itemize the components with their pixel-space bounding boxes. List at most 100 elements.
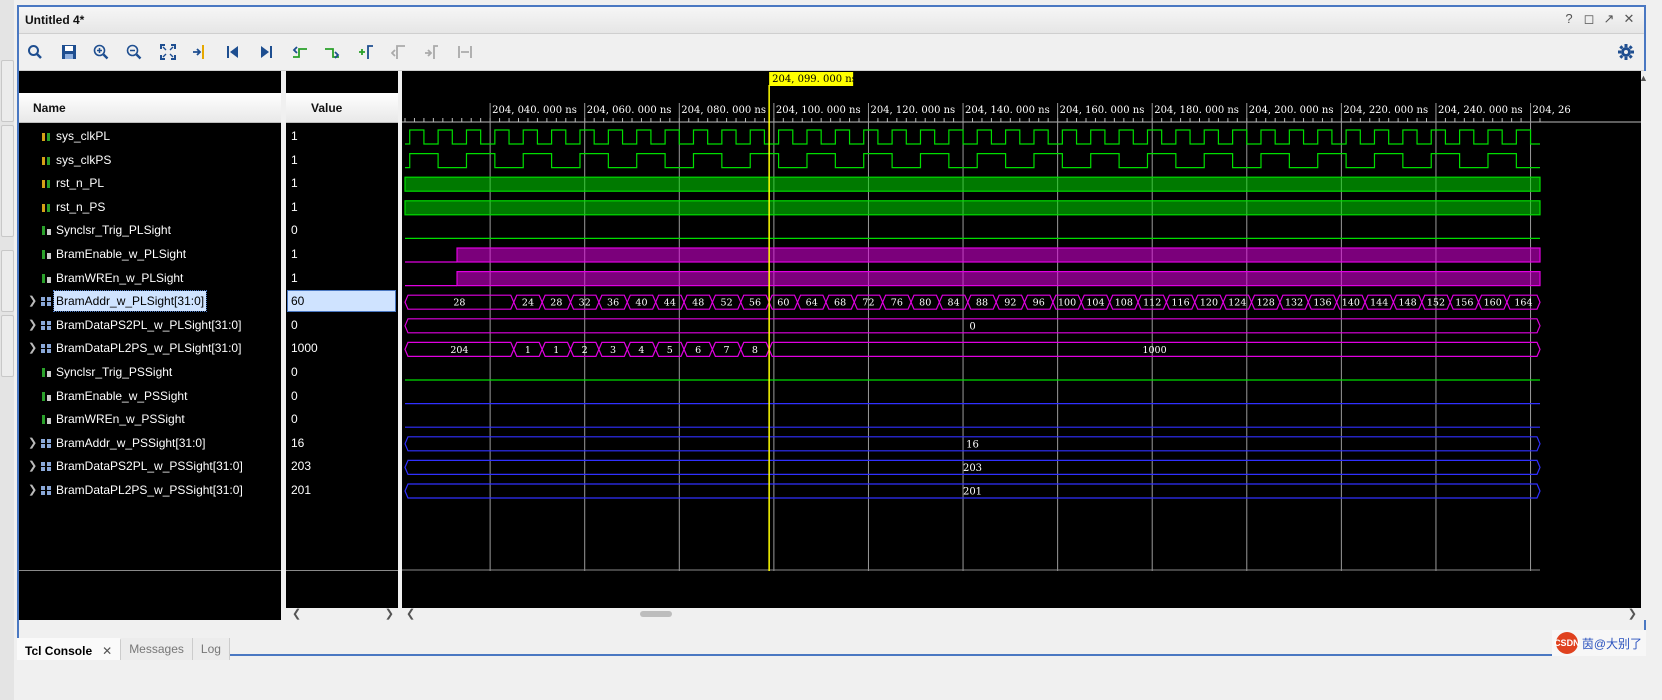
zoom-out-icon[interactable] xyxy=(124,42,144,62)
previous-marker-icon[interactable] xyxy=(389,42,409,62)
restore-icon[interactable]: ◻ xyxy=(1582,11,1596,27)
signal-name[interactable]: Synclsr_Trig_PSSight xyxy=(56,361,172,384)
signal-row[interactable]: rst_n_PL xyxy=(19,172,281,195)
expand-chevron-icon[interactable]: ❯ xyxy=(28,290,37,313)
previous-transition-icon[interactable] xyxy=(290,42,310,62)
scroll-right-icon[interactable]: ❯ xyxy=(1628,607,1637,620)
value-row[interactable]: 1 xyxy=(286,172,398,195)
go-to-cursor-icon[interactable] xyxy=(190,42,210,62)
go-to-last-time-icon[interactable] xyxy=(256,42,276,62)
waveform-pane[interactable]: 204, 040. 000 ns 204, 060. 000 ns 204, 080… xyxy=(402,71,1641,620)
value-row[interactable]: 201 xyxy=(286,479,398,502)
close-icon[interactable]: ✕ xyxy=(1622,11,1636,27)
signal-name[interactable]: BramDataPL2PS_w_PSSight[31:0] xyxy=(56,479,243,502)
signal-row[interactable]: BramWREn_w_PSSight xyxy=(19,408,281,431)
signal-row[interactable]: sys_clkPS xyxy=(19,149,281,172)
signal-row[interactable]: rst_n_PS xyxy=(19,196,281,219)
signal-name[interactable]: sys_clkPS xyxy=(56,149,111,172)
expand-chevron-icon[interactable]: ❯ xyxy=(28,479,37,502)
signal-name[interactable]: rst_n_PL xyxy=(56,172,104,195)
signal-row[interactable]: ❯ BramDataPL2PS_w_PLSight[31:0] xyxy=(19,337,281,360)
add-marker-icon[interactable] xyxy=(356,42,376,62)
value-row[interactable]: 1 xyxy=(286,196,398,219)
value-row[interactable]: 1 xyxy=(286,125,398,148)
expand-chevron-icon[interactable]: ❯ xyxy=(28,337,37,360)
signal-name[interactable]: BramWREn_w_PSSight xyxy=(56,408,185,431)
value-row[interactable]: 60 xyxy=(286,290,398,313)
signal-name[interactable]: BramDataPL2PS_w_PLSight[31:0] xyxy=(56,337,241,360)
float-icon[interactable]: ↗ xyxy=(1602,11,1616,27)
bus-value-label: 116 xyxy=(1172,298,1190,309)
scroll-up-icon[interactable]: ▲ xyxy=(1639,73,1648,83)
waveform-canvas[interactable]: 204, 040. 000 ns 204, 060. 000 ns 204, 080… xyxy=(402,71,1641,620)
value-row[interactable]: 203 xyxy=(286,455,398,478)
gear-icon[interactable] xyxy=(1616,42,1636,62)
signal-name[interactable]: Synclsr_Trig_PLSight xyxy=(56,219,171,242)
side-tab-objects[interactable] xyxy=(1,60,14,122)
signal-value: 1 xyxy=(291,176,298,191)
value-row[interactable]: 16 xyxy=(286,432,398,455)
wave-hscroll[interactable]: ❮ ❯ xyxy=(402,608,1641,620)
value-row[interactable]: 1000 xyxy=(286,337,398,360)
signal-row[interactable]: BramWREn_w_PLSight xyxy=(19,267,281,290)
name-column-header[interactable]: Name xyxy=(19,93,281,123)
signal-name[interactable]: BramDataPS2PL_w_PLSight[31:0] xyxy=(56,314,241,337)
values-hscroll[interactable]: ❮ ❯ xyxy=(286,608,398,620)
expand-chevron-icon[interactable]: ❯ xyxy=(28,455,37,478)
signal-row[interactable]: BramEnable_w_PSSight xyxy=(19,385,281,408)
search-icon[interactable] xyxy=(25,42,45,62)
close-icon[interactable]: ✕ xyxy=(102,644,112,658)
tab-log[interactable]: Log xyxy=(192,638,230,660)
signal-name[interactable]: BramAddr_w_PSSight[31:0] xyxy=(56,432,205,455)
value-row[interactable]: 0 xyxy=(286,361,398,384)
value-row[interactable]: 0 xyxy=(286,219,398,242)
side-tab-scopes[interactable] xyxy=(1,250,14,312)
bus-value-label: 136 xyxy=(1313,298,1331,309)
side-tab-sources[interactable] xyxy=(1,315,14,377)
signal-name[interactable]: BramDataPS2PL_w_PSSight[31:0] xyxy=(56,455,243,478)
signal-row[interactable]: Synclsr_Trig_PLSight xyxy=(19,219,281,242)
go-to-time-0-icon[interactable] xyxy=(223,42,243,62)
swap-cursors-icon[interactable] xyxy=(455,42,475,62)
signal-name[interactable]: sys_clkPL xyxy=(56,125,110,148)
side-tab-protocol-instances[interactable] xyxy=(1,125,14,237)
wave-vscroll[interactable]: ▲ xyxy=(1639,71,1648,620)
signal-row[interactable]: Synclsr_Trig_PSSight xyxy=(19,361,281,384)
scroll-right-icon[interactable]: ❯ xyxy=(385,607,394,620)
value-column-header[interactable]: Value xyxy=(286,93,398,123)
signal-row[interactable]: sys_clkPL xyxy=(19,125,281,148)
scroll-left-icon[interactable]: ❮ xyxy=(406,607,415,620)
expand-chevron-icon[interactable]: ❯ xyxy=(28,314,37,337)
value-row[interactable]: 0 xyxy=(286,385,398,408)
bus-signal-icon xyxy=(41,485,52,496)
zoom-fit-icon[interactable] xyxy=(158,42,178,62)
signal-row[interactable]: ❯ BramDataPL2PS_w_PSSight[31:0] xyxy=(19,479,281,502)
signal-name[interactable]: BramEnable_w_PLSight xyxy=(56,243,186,266)
save-icon[interactable] xyxy=(59,42,79,62)
value-row[interactable]: 1 xyxy=(286,267,398,290)
signal-name[interactable]: BramWREn_w_PLSight xyxy=(56,267,183,290)
signal-row[interactable]: ❯ BramAddr_w_PSSight[31:0] xyxy=(19,432,281,455)
value-row[interactable]: 0 xyxy=(286,314,398,337)
zoom-in-icon[interactable] xyxy=(91,42,111,62)
value-row[interactable]: 1 xyxy=(286,243,398,266)
bus-value-label: 84 xyxy=(948,298,960,309)
wave-scroll-thumb[interactable] xyxy=(640,611,672,617)
values-divider xyxy=(286,570,398,571)
tab-tcl-console[interactable]: Tcl Console ✕ xyxy=(17,638,122,660)
signal-row[interactable]: BramEnable_w_PLSight xyxy=(19,243,281,266)
scroll-left-icon[interactable]: ❮ xyxy=(292,607,301,620)
expand-chevron-icon[interactable]: ❯ xyxy=(28,432,37,455)
tab-messages[interactable]: Messages xyxy=(121,638,193,660)
next-marker-icon[interactable] xyxy=(422,42,442,62)
signal-name[interactable]: BramEnable_w_PSSight xyxy=(56,385,187,408)
signal-row[interactable]: ❯ BramAddr_w_PLSight[31:0] xyxy=(19,290,281,313)
value-row[interactable]: 0 xyxy=(286,408,398,431)
help-icon[interactable]: ? xyxy=(1562,11,1576,27)
signal-row[interactable]: ❯ BramDataPS2PL_w_PLSight[31:0] xyxy=(19,314,281,337)
signal-name[interactable]: rst_n_PS xyxy=(56,196,105,219)
next-transition-icon[interactable] xyxy=(322,42,342,62)
value-row[interactable]: 1 xyxy=(286,149,398,172)
signal-row[interactable]: ❯ BramDataPS2PL_w_PSSight[31:0] xyxy=(19,455,281,478)
signal-name[interactable]: BramAddr_w_PLSight[31:0] xyxy=(52,290,208,313)
